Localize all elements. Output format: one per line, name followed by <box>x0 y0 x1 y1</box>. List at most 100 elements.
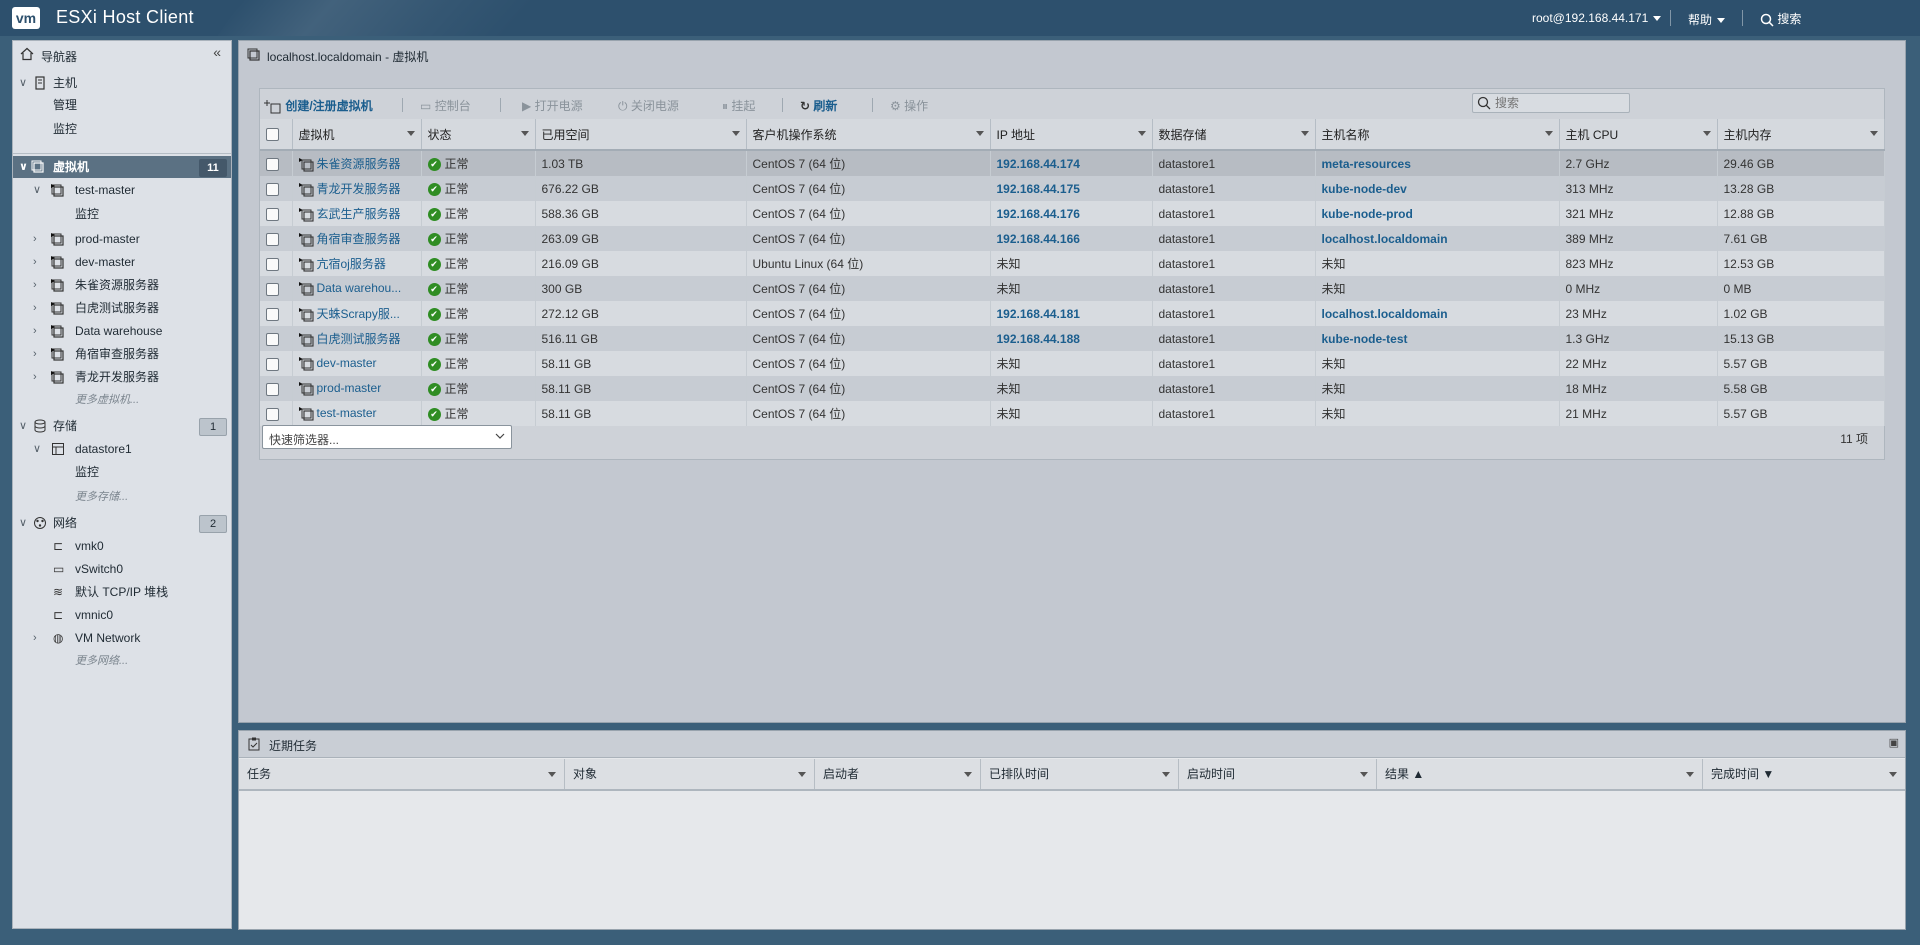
chevron-right-icon[interactable]: › <box>33 366 37 388</box>
row-select-cell[interactable] <box>260 351 293 376</box>
col-cpu[interactable]: 主机 CPU <box>1559 119 1718 151</box>
nav-more-network[interactable]: 更多网络... <box>13 650 231 672</box>
chevron-right-icon[interactable]: › <box>33 627 37 649</box>
nav-vm-item[interactable]: › 角宿审查服务器 <box>13 343 231 365</box>
vm-search-box[interactable] <box>1472 93 1630 113</box>
nav-host[interactable]: ∨ 主机 <box>13 72 231 94</box>
chevron-right-icon[interactable]: › <box>33 320 37 342</box>
col-ip[interactable]: IP 地址 <box>990 119 1153 151</box>
chevron-down-icon[interactable]: ∨ <box>33 179 41 201</box>
refresh-button[interactable]: ↻ 刷新 <box>800 97 837 114</box>
nav-datastore1-monitor[interactable]: 监控 <box>13 461 231 483</box>
nav-vm-item[interactable]: ∨ test-master <box>13 179 231 201</box>
chevron-right-icon[interactable]: › <box>33 297 37 319</box>
task-col-result[interactable]: 结果 ▲ <box>1377 759 1703 789</box>
vm-name-cell[interactable]: 亢宿oj服务器 <box>292 251 422 276</box>
suspend-button[interactable]: ⏸ 挂起 <box>722 97 755 114</box>
vm-row[interactable]: 天蛛Scrapy服... ✔ 正常 272.12 GB CentOS 7 (64 位) 1… <box>260 301 1885 326</box>
select-all-cell[interactable] <box>260 119 293 151</box>
row-select-cell[interactable] <box>260 326 293 351</box>
row-select-cell[interactable] <box>260 376 293 401</box>
vm-row[interactable]: test-master ✔ 正常 58.11 GB CentOS 7 (64 位) 未知 d… <box>260 401 1885 426</box>
vm-name-link[interactable]: 朱雀资源服务器 <box>317 157 401 171</box>
nav-network-item[interactable]: ▭ vSwitch0 <box>13 558 231 580</box>
col-vm[interactable]: 虚拟机 <box>292 119 422 151</box>
vm-name-link[interactable]: Data warehou... <box>317 281 402 295</box>
vm-name-cell[interactable]: Data warehou... <box>292 276 422 301</box>
chevron-right-icon[interactable]: › <box>33 343 37 365</box>
row-checkbox[interactable] <box>266 332 279 346</box>
nav-datastore1[interactable]: ∨ datastore1 <box>13 438 231 460</box>
row-select-cell[interactable] <box>260 150 293 176</box>
row-checkbox[interactable] <box>266 357 279 371</box>
vm-name-cell[interactable]: 天蛛Scrapy服... <box>292 301 422 326</box>
vm-name-link[interactable]: 白虎测试服务器 <box>317 332 401 346</box>
vm-name-link[interactable]: 玄武生产服务器 <box>317 207 401 221</box>
nav-host-manage[interactable]: 管理 <box>13 94 231 116</box>
vm-name-cell[interactable]: 朱雀资源服务器 <box>292 150 422 176</box>
nav-network-item[interactable]: ⊏ vmnic0 <box>13 604 231 626</box>
chevron-right-icon[interactable]: › <box>33 251 37 273</box>
vm-name-cell[interactable]: dev-master <box>292 351 422 376</box>
vm-name-link[interactable]: test-master <box>317 406 377 420</box>
vm-row[interactable]: 青龙开发服务器 ✔ 正常 676.22 GB CentOS 7 (64 位) 192.16… <box>260 176 1885 201</box>
nav-vm-item[interactable]: › 青龙开发服务器 <box>13 366 231 388</box>
task-col-completed[interactable]: 完成时间 ▼ <box>1703 759 1905 789</box>
col-datastore[interactable]: 数据存储 <box>1152 119 1316 151</box>
row-select-cell[interactable] <box>260 276 293 301</box>
actions-button[interactable]: ⚙ 操作 <box>890 97 928 114</box>
vm-row[interactable]: 玄武生产服务器 ✔ 正常 588.36 GB CentOS 7 (64 位) 192.16… <box>260 201 1885 226</box>
minimize-panel-icon[interactable]: ▣ <box>1889 736 1899 749</box>
vm-name-link[interactable]: prod-master <box>317 381 382 395</box>
vm-name-cell[interactable]: 白虎测试服务器 <box>292 326 422 351</box>
task-col-started[interactable]: 启动时间 <box>1179 759 1377 789</box>
row-checkbox[interactable] <box>266 232 279 246</box>
vm-row[interactable]: 白虎测试服务器 ✔ 正常 516.11 GB CentOS 7 (64 位) 192.16… <box>260 326 1885 351</box>
vm-name-cell[interactable]: 玄武生产服务器 <box>292 201 422 226</box>
chevron-right-icon[interactable]: › <box>33 228 37 250</box>
vm-row[interactable]: dev-master ✔ 正常 58.11 GB CentOS 7 (64 位) 未知 da… <box>260 351 1885 376</box>
vm-name-link[interactable]: 亢宿oj服务器 <box>317 257 386 271</box>
col-os[interactable]: 客户机操作系统 <box>746 119 991 151</box>
task-col-queued[interactable]: 已排队时间 <box>981 759 1179 789</box>
nav-vm-item[interactable]: › dev-master <box>13 251 231 273</box>
row-checkbox[interactable] <box>266 207 279 221</box>
vm-name-cell[interactable]: prod-master <box>292 376 422 401</box>
vm-name-link[interactable]: 角宿审查服务器 <box>317 232 401 246</box>
vm-row[interactable]: 角宿审查服务器 ✔ 正常 263.09 GB CentOS 7 (64 位) 192.16… <box>260 226 1885 251</box>
row-checkbox[interactable] <box>266 382 279 396</box>
header-search-button[interactable]: 搜索 <box>1760 10 1801 27</box>
row-select-cell[interactable] <box>260 251 293 276</box>
row-checkbox[interactable] <box>266 257 279 271</box>
nav-vm-monitor[interactable]: 监控 <box>13 203 231 225</box>
row-select-cell[interactable] <box>260 226 293 251</box>
vm-row[interactable]: Data warehou... ✔ 正常 300 GB CentOS 7 (64 位) 未… <box>260 276 1885 301</box>
nav-storage[interactable]: ∨ 存储 1 <box>13 415 231 437</box>
row-select-cell[interactable] <box>260 176 293 201</box>
user-menu[interactable]: root@192.168.44.171 <box>1532 11 1662 25</box>
vm-row[interactable]: prod-master ✔ 正常 58.11 GB CentOS 7 (64 位) 未知 d… <box>260 376 1885 401</box>
nav-more-storage[interactable]: 更多存储... <box>13 486 231 508</box>
quick-filter-select[interactable]: 快速筛选器... <box>262 425 512 449</box>
vm-row[interactable]: 亢宿oj服务器 ✔ 正常 216.09 GB Ubuntu Linux (64 位) 未知… <box>260 251 1885 276</box>
vm-name-link[interactable]: 青龙开发服务器 <box>317 182 401 196</box>
task-col-initiator[interactable]: 启动者 <box>815 759 981 789</box>
nav-more-vms[interactable]: 更多虚拟机... <box>13 389 231 411</box>
vm-name-link[interactable]: dev-master <box>317 356 377 370</box>
nav-network[interactable]: ∨ 网络 2 <box>13 512 231 534</box>
vm-search-input[interactable] <box>1495 95 1625 111</box>
vm-name-cell[interactable]: 青龙开发服务器 <box>292 176 422 201</box>
nav-vm-item[interactable]: › 朱雀资源服务器 <box>13 274 231 296</box>
col-space[interactable]: 已用空间 <box>535 119 747 151</box>
chevron-right-icon[interactable]: › <box>33 274 37 296</box>
col-hostname[interactable]: 主机名称 <box>1315 119 1560 151</box>
task-col-task[interactable]: 任务 <box>239 759 565 789</box>
nav-network-item[interactable]: › ◍ VM Network <box>13 627 231 649</box>
col-status[interactable]: 状态 <box>421 119 536 151</box>
nav-vm-item[interactable]: › prod-master <box>13 228 231 250</box>
row-checkbox[interactable] <box>266 282 279 296</box>
nav-vm-item[interactable]: › 白虎测试服务器 <box>13 297 231 319</box>
row-select-cell[interactable] <box>260 401 293 426</box>
task-col-object[interactable]: 对象 <box>565 759 815 789</box>
vm-name-cell[interactable]: test-master <box>292 401 422 426</box>
